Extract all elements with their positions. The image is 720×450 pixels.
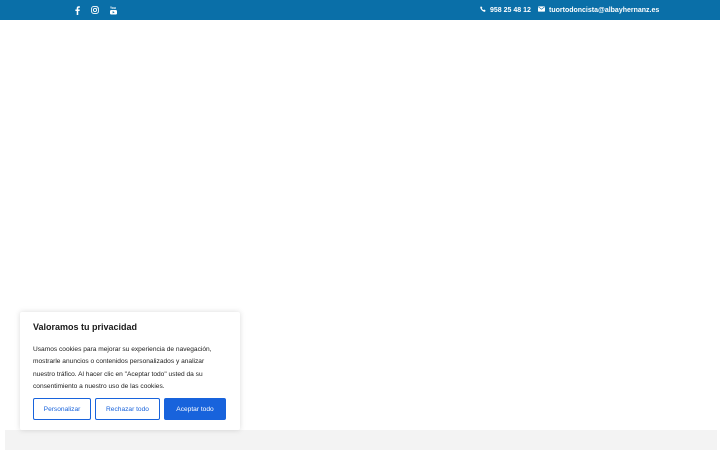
cookie-text-line: nuestro tráfico. Al hacer clic en "Acept… [33,370,203,378]
youtube-icon[interactable]: You [108,4,118,16]
envelope-icon [538,6,545,14]
social-links: You [72,4,118,16]
cookie-title: Valoramos tu privacidad [33,322,138,332]
facebook-icon[interactable] [72,4,82,16]
customize-button[interactable]: Personalizar [33,398,91,420]
cookie-description: Usamos cookies para mejorar su experienc… [33,344,227,393]
top-bar: You 958 25 48 12 tuortodoncista@albayher… [0,0,720,20]
phone-icon [480,6,486,14]
phone-contact[interactable]: 958 25 48 12 [480,4,531,16]
reject-all-button[interactable]: Rechazar todo [95,398,160,420]
cookie-text-line: consentimiento a nuestro uso de las cook… [33,382,165,390]
accept-all-button[interactable]: Aceptar todo [164,398,226,420]
cookie-consent-banner: Valoramos tu privacidad Usamos cookies p… [20,312,240,430]
email-address: tuortodoncista@albayhernanz.es [549,6,660,14]
bottom-strip [5,430,717,450]
svg-text:You: You [110,6,116,10]
phone-number: 958 25 48 12 [490,6,531,14]
email-contact[interactable]: tuortodoncista@albayhernanz.es [538,4,659,16]
cookie-text-line: mostrarle anuncios o contenidos personal… [33,358,205,366]
cookie-text-line: Usamos cookies para mejorar su experienc… [33,346,212,353]
instagram-icon[interactable] [90,4,100,16]
cookie-buttons: Personalizar Rechazar todo Aceptar todo [33,398,226,420]
